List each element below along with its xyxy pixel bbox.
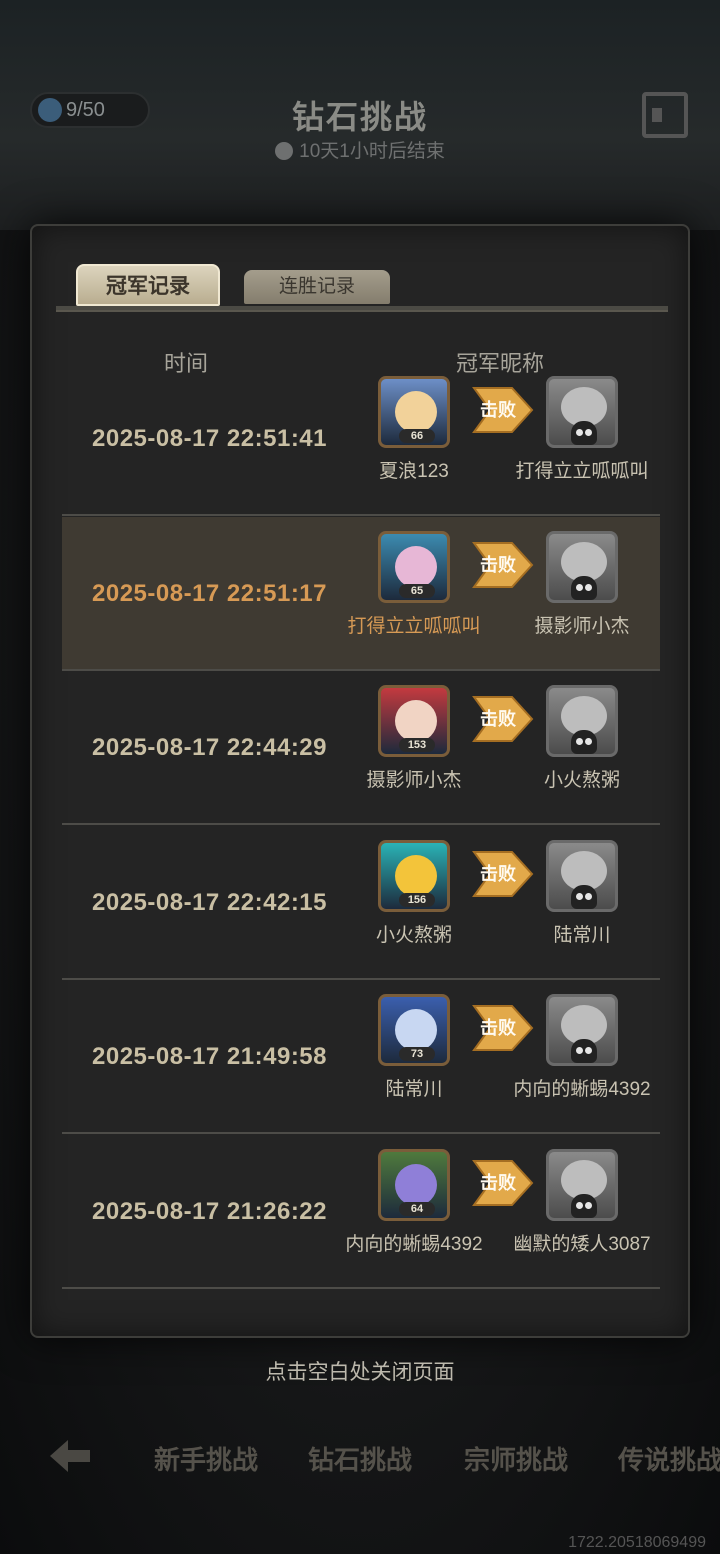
defeat-label: 击败 <box>480 1018 516 1038</box>
defeat-arrow-icon: 击败 <box>472 382 534 438</box>
winner-avatar[interactable]: 66 <box>378 376 450 448</box>
loser-name: 内向的蜥蜴4392 <box>513 1079 651 1100</box>
nav-novice-challenge[interactable]: 新手挑战 <box>154 1440 258 1477</box>
clock-icon <box>275 142 294 160</box>
winner-level-badge: 66 <box>399 429 435 443</box>
record-row: 2025-08-17 22:44:29 153 摄影师小杰 击败 小火熬粥 <box>62 671 660 825</box>
defeat-arrow-icon: 击败 <box>472 1000 534 1056</box>
loser-name: 摄影师小杰 <box>534 615 630 637</box>
defeat-arrow-icon: 击败 <box>472 1155 534 1211</box>
nav-diamond-challenge[interactable]: 钻石挑战 <box>308 1440 412 1477</box>
record-time: 2025-08-17 21:49:58 <box>92 1043 328 1070</box>
record-time: 2025-08-17 22:51:17 <box>92 579 328 607</box>
winner-avatar[interactable]: 73 <box>378 994 450 1066</box>
record-row: 2025-08-17 22:51:17 65 打得立立呱呱叫 击败 摄影师小杰 <box>62 516 660 671</box>
loser-avatar[interactable] <box>546 530 618 603</box>
record-modal: 冠军记录 连胜记录 时间 冠军昵称 2025-08-17 22:51:41 66… <box>30 224 690 1338</box>
record-row: 2025-08-17 22:42:15 156 小火熬粥 击败 陆常川 <box>62 826 660 980</box>
winner-face <box>395 1009 437 1051</box>
defeat-label: 击败 <box>480 709 516 729</box>
build-id: 1722.20518069499 <box>568 1534 706 1551</box>
skull-icon <box>571 575 597 600</box>
record-row: 2025-08-17 22:51:41 66 夏浪123 击败 打得立立呱呱叫 <box>62 362 660 516</box>
defeat-label: 击败 <box>480 863 516 884</box>
game-screen[interactable]: 9/50 钻石挑战 10天1小时后结束 冠军记录 连胜记录 时间 冠军昵称 20… <box>0 0 720 1554</box>
nav-legend-challenge[interactable]: 传说挑战 <box>618 1440 720 1477</box>
defeat-arrow-icon: 击败 <box>472 691 534 747</box>
loser-name: 小火熬粥 <box>543 770 620 791</box>
defeat-label: 击败 <box>480 1172 516 1193</box>
back-arrow-icon[interactable] <box>48 1438 92 1474</box>
row-divider <box>62 1286 660 1289</box>
defeat-label: 击败 <box>480 400 516 420</box>
winner-face <box>395 545 437 588</box>
winner-avatar[interactable]: 156 <box>378 839 450 912</box>
defeat-label: 击败 <box>480 554 516 575</box>
record-time: 2025-08-17 22:51:41 <box>92 425 328 452</box>
event-timer: 10天1小时后结束 <box>0 136 720 163</box>
defeat-arrow-icon: 击败 <box>472 846 534 902</box>
skull-icon <box>571 884 597 909</box>
page-title: 钻石挑战 <box>291 98 428 136</box>
winner-avatar[interactable]: 64 <box>378 1148 450 1221</box>
winner-level-badge: 153 <box>399 738 435 752</box>
record-time: 2025-08-17 22:42:15 <box>92 888 328 916</box>
bottom-nav: 新手挑战 钻石挑战 宗师挑战 传说挑战 <box>0 1420 720 1496</box>
loser-name: 幽默的矮人3087 <box>513 1233 651 1255</box>
loser-avatar[interactable] <box>546 1148 618 1221</box>
winner-level-badge: 156 <box>399 892 435 907</box>
nav-master-challenge[interactable]: 宗师挑战 <box>464 1440 568 1477</box>
skull-icon <box>571 421 597 445</box>
loser-avatar[interactable] <box>546 376 618 448</box>
tab-streak-record[interactable]: 连胜记录 <box>244 270 390 304</box>
winner-avatar[interactable]: 153 <box>378 685 450 757</box>
winner-level-badge: 65 <box>399 583 435 598</box>
skull-icon <box>571 1193 597 1218</box>
loser-avatar[interactable] <box>546 685 618 757</box>
skull-icon <box>571 1039 597 1063</box>
record-row: 2025-08-17 21:26:22 64 内向的蜥蜴4392 击败 幽默的矮… <box>62 1135 660 1289</box>
winner-avatar[interactable]: 65 <box>378 530 450 603</box>
record-time: 2025-08-17 22:44:29 <box>92 734 328 761</box>
winner-face <box>395 700 437 742</box>
loser-name: 陆常川 <box>553 924 611 946</box>
skull-icon <box>571 730 597 754</box>
winner-level-badge: 73 <box>399 1047 435 1061</box>
record-time: 2025-08-17 21:26:22 <box>92 1197 328 1225</box>
winner-face <box>395 854 437 897</box>
loser-avatar[interactable] <box>546 994 618 1066</box>
exit-icon[interactable] <box>642 92 688 138</box>
close-hint: 点击空白处关闭页面 <box>265 1361 455 1384</box>
loser-avatar[interactable] <box>546 839 618 912</box>
timer-text: 10天1小时后结束 <box>299 141 445 162</box>
winner-face <box>395 1163 437 1206</box>
winner-face <box>395 391 437 433</box>
loser-name: 打得立立呱呱叫 <box>515 461 649 482</box>
tab-champion-record[interactable]: 冠军记录 <box>76 264 220 306</box>
defeat-arrow-icon: 击败 <box>472 537 534 593</box>
winner-level-badge: 64 <box>399 1201 435 1216</box>
tab-divider <box>56 306 668 312</box>
record-row: 2025-08-17 21:49:58 73 陆常川 击败 内向的蜥蜴4392 <box>62 980 660 1134</box>
